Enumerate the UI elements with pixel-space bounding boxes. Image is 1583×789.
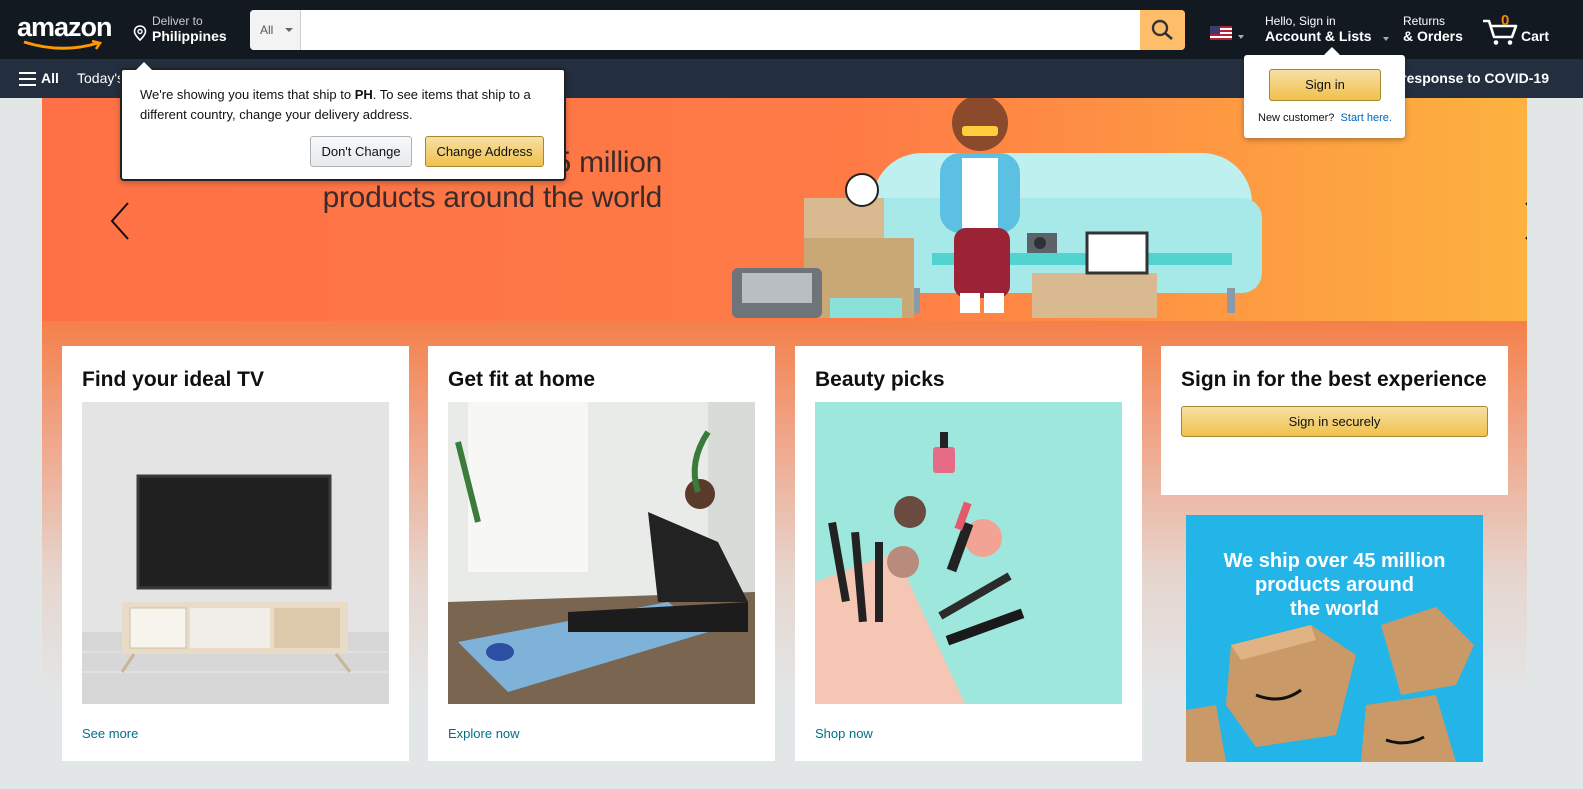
deliver-to-label: Deliver to xyxy=(152,14,203,28)
card-title: Sign in for the best experience xyxy=(1181,368,1487,391)
search-icon xyxy=(1151,19,1173,40)
language-selector[interactable] xyxy=(1210,26,1246,40)
deliver-to-country: Philippines xyxy=(152,28,227,44)
card-title: Get fit at home xyxy=(448,368,596,391)
chevron-down-icon xyxy=(1383,37,1389,41)
card-fit-at-home: Get fit at home Explore now xyxy=(428,346,775,761)
hamburger-icon xyxy=(19,72,36,90)
returns-label: Returns xyxy=(1403,14,1446,28)
ship-location-message: We're showing you items that ship to PH.… xyxy=(140,85,555,125)
sign-in-popover: Sign in New customer? Start here. xyxy=(1244,47,1405,138)
sign-in-button[interactable]: Sign in xyxy=(1269,69,1381,101)
amazon-logo[interactable]: amazon xyxy=(14,10,118,50)
chevron-down-icon xyxy=(1238,35,1244,39)
cart-label: Cart xyxy=(1521,28,1550,44)
logo-text: amazon xyxy=(17,12,113,42)
boxes-illustration xyxy=(1186,607,1474,762)
returns-orders[interactable]: Returns & Orders xyxy=(1403,14,1473,46)
search-category-dropdown[interactable]: All xyxy=(250,10,301,50)
orders-label: & Orders xyxy=(1403,28,1463,44)
sign-in-securely-button[interactable]: Sign in securely xyxy=(1181,406,1488,437)
cart-count: 0 xyxy=(1501,12,1510,29)
dont-change-button[interactable]: Don't Change xyxy=(310,136,412,167)
top-navbar: amazon Deliver to Philippines All Hello,… xyxy=(0,0,1583,59)
location-pin-icon xyxy=(133,25,147,41)
hero-illustration xyxy=(732,98,1262,318)
us-flag-icon xyxy=(1210,26,1232,40)
smile-arrow-icon xyxy=(23,40,103,50)
card-title: Find your ideal TV xyxy=(82,368,265,391)
card-sign-in: Sign in for the best experience Sign in … xyxy=(1161,346,1508,495)
shop-now-link[interactable]: Shop now xyxy=(815,726,873,741)
covid-response-link[interactable]: response to COVID-19 xyxy=(1401,70,1549,86)
change-address-button[interactable]: Change Address xyxy=(425,136,544,167)
new-customer-label: New customer? xyxy=(1258,112,1335,124)
deliver-to[interactable]: Deliver to Philippines xyxy=(133,14,233,46)
hero-headline-line2: products around the world xyxy=(322,181,663,214)
account-greeting: Hello, Sign in xyxy=(1265,14,1336,28)
search-input[interactable] xyxy=(302,10,1140,50)
explore-now-link[interactable]: Explore now xyxy=(448,726,520,741)
all-label: All xyxy=(41,70,59,86)
account-menu[interactable]: Hello, Sign in Account & Lists xyxy=(1265,14,1390,46)
todays-deals-link[interactable]: Today's xyxy=(77,70,124,86)
account-label: Account & Lists xyxy=(1265,28,1372,44)
new-customer-text: New customer? Start here. xyxy=(1258,112,1392,124)
shipping-ad[interactable]: We ship over 45 million products around … xyxy=(1186,515,1483,762)
country-code: PH xyxy=(354,87,373,102)
popover-tip xyxy=(1324,47,1340,55)
beauty-image[interactable] xyxy=(815,402,1122,704)
card-beauty-picks: Beauty picks Shop now xyxy=(795,346,1142,761)
cart[interactable]: 0 Cart xyxy=(1482,12,1554,48)
card-ideal-tv: Find your ideal TV See more xyxy=(62,346,409,761)
carousel-prev-arrow-icon[interactable] xyxy=(108,201,132,241)
ship-location-popover: We're showing you items that ship to PH.… xyxy=(120,62,566,181)
tv-image[interactable] xyxy=(82,402,389,704)
start-here-link[interactable]: Start here. xyxy=(1341,112,1392,124)
search-button[interactable] xyxy=(1140,10,1185,50)
see-more-link[interactable]: See more xyxy=(82,726,138,741)
search-bar: All xyxy=(250,10,1185,50)
carousel-next-arrow-icon[interactable] xyxy=(1522,201,1527,241)
search-category-label: All xyxy=(260,23,274,37)
fitness-image[interactable] xyxy=(448,402,755,704)
card-title: Beauty picks xyxy=(815,368,945,391)
popover-tip xyxy=(136,62,152,70)
message-prefix: We're showing you items that ship to xyxy=(140,87,355,102)
chevron-down-icon xyxy=(285,28,293,32)
